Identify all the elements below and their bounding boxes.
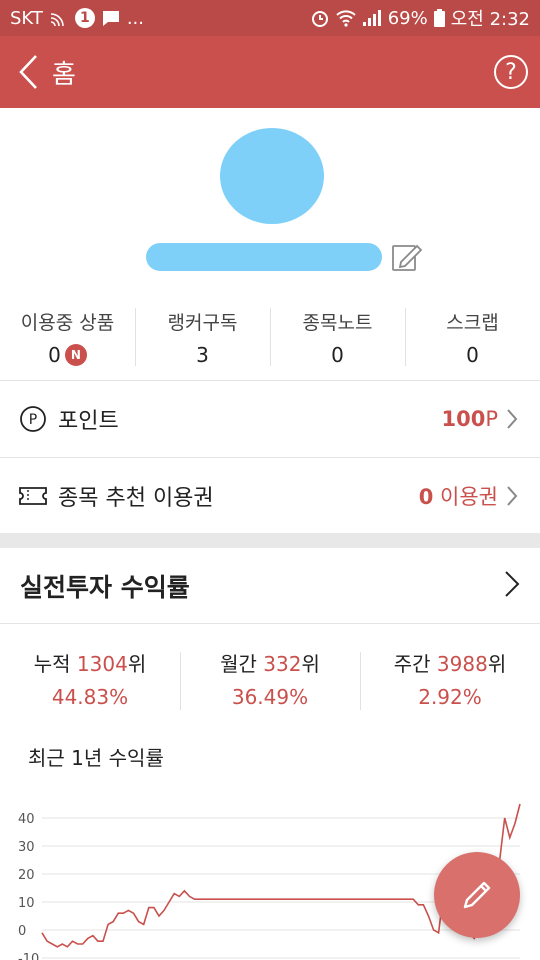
chevron-right-icon bbox=[506, 408, 522, 430]
stat-value: 3 bbox=[196, 343, 209, 367]
stat-label: 이용중 상품 bbox=[20, 312, 115, 334]
wifi-icon bbox=[336, 9, 356, 27]
chart-title: 최근 1년 수익률 bbox=[28, 746, 164, 770]
points-label: 포인트 bbox=[58, 409, 119, 434]
points-value: 100P bbox=[441, 407, 498, 431]
nickname-redacted bbox=[146, 243, 382, 271]
stats-row: 이용중 상품 0 N 랭커구독 3 종목노트 0 스크랩 0 bbox=[0, 300, 540, 380]
question-icon: ? bbox=[505, 59, 517, 85]
avatar bbox=[220, 128, 324, 224]
stat-scraps[interactable]: 스크랩 0 bbox=[405, 300, 540, 380]
stat-label: 랭커구독 bbox=[167, 312, 238, 334]
page-title: 홈 bbox=[52, 59, 76, 90]
rank-summary: 누적 1304위 44.83% 월간 332위 36.49% 주간 3988위 … bbox=[0, 648, 540, 718]
stat-ranker-subscriptions[interactable]: 랭커구독 3 bbox=[135, 300, 270, 380]
rank-monthly: 월간 332위 36.49% bbox=[180, 648, 360, 718]
more-notifications: ... bbox=[126, 7, 144, 29]
coupon-row[interactable]: 종목 추천 이용권 0 이용권 bbox=[0, 458, 540, 534]
rank-suffix: 위 bbox=[301, 652, 320, 676]
y-tick-label: 20 bbox=[18, 868, 35, 883]
write-fab-button[interactable] bbox=[434, 852, 520, 938]
clock: 오전 2:32 bbox=[450, 9, 530, 30]
stat-products[interactable]: 이용중 상품 0 N bbox=[0, 300, 135, 380]
back-button[interactable] bbox=[0, 36, 56, 108]
battery-percent: 69% bbox=[387, 7, 428, 29]
returns-title: 실전투자 수익률 bbox=[20, 573, 190, 602]
points-amount: 100 bbox=[441, 407, 486, 431]
rank-number: 3988 bbox=[436, 652, 488, 676]
stat-label: 스크랩 bbox=[446, 312, 499, 334]
points-unit: P bbox=[485, 407, 498, 431]
y-tick-label: -10 bbox=[18, 952, 39, 960]
coupon-label: 종목 추천 이용권 bbox=[58, 486, 214, 511]
rank-cumulative: 누적 1304위 44.83% bbox=[0, 648, 180, 718]
chevron-right-icon bbox=[506, 485, 522, 507]
pencil-icon bbox=[463, 881, 491, 909]
rank-percent: 44.83% bbox=[51, 685, 129, 709]
stat-stock-notes[interactable]: 종목노트 0 bbox=[270, 300, 405, 380]
section-gap bbox=[0, 533, 540, 548]
coupon-unit: 이용권 bbox=[433, 485, 498, 509]
notification-count-badge: 1 bbox=[74, 8, 95, 28]
rank-weekly: 주간 3988위 2.92% bbox=[360, 648, 540, 718]
point-icon: P bbox=[18, 405, 48, 433]
chevron-right-icon bbox=[504, 570, 520, 602]
rank-period: 월간 bbox=[220, 652, 257, 676]
y-tick-label: 0 bbox=[18, 924, 26, 939]
edit-profile-button[interactable] bbox=[390, 240, 424, 274]
y-tick-label: 40 bbox=[18, 812, 35, 827]
point-icon-letter: P bbox=[29, 412, 37, 428]
coupon-amount: 0 bbox=[418, 485, 434, 509]
pencil-icon bbox=[392, 244, 423, 271]
rank-number: 332 bbox=[263, 652, 302, 676]
rank-percent: 2.92% bbox=[418, 685, 482, 709]
stat-value: 0 bbox=[331, 343, 344, 367]
alarm-icon bbox=[310, 8, 330, 28]
cast-icon bbox=[49, 10, 69, 26]
message-icon bbox=[101, 9, 121, 27]
stat-label: 종목노트 bbox=[302, 312, 373, 334]
rank-suffix: 위 bbox=[487, 652, 507, 676]
rank-suffix: 위 bbox=[127, 652, 147, 676]
rank-period: 주간 bbox=[393, 652, 431, 676]
help-button[interactable]: ? bbox=[494, 55, 528, 89]
rank-period: 누적 bbox=[33, 652, 71, 676]
new-badge: N bbox=[64, 344, 87, 366]
stat-value: 0 bbox=[48, 343, 61, 367]
chevron-left-icon bbox=[19, 55, 37, 89]
points-row[interactable]: P 포인트 100P bbox=[0, 381, 540, 457]
coupon-value: 0 이용권 bbox=[419, 481, 498, 511]
signal-icon bbox=[362, 9, 382, 27]
stat-value: 0 bbox=[466, 343, 479, 367]
status-bar: SKT 1 ... 69% 오전 2:32 bbox=[0, 0, 540, 36]
returns-header[interactable]: 실전투자 수익률 bbox=[0, 548, 540, 624]
battery-icon bbox=[433, 9, 445, 27]
rank-number: 1304 bbox=[76, 652, 128, 676]
rank-percent: 36.49% bbox=[231, 685, 309, 709]
y-tick-label: 10 bbox=[18, 896, 35, 911]
divider bbox=[0, 623, 540, 624]
y-tick-label: 30 bbox=[18, 840, 35, 855]
carrier-label: SKT bbox=[10, 7, 43, 29]
ticket-icon bbox=[18, 486, 48, 506]
app-bar: 홈 ? bbox=[0, 36, 540, 108]
